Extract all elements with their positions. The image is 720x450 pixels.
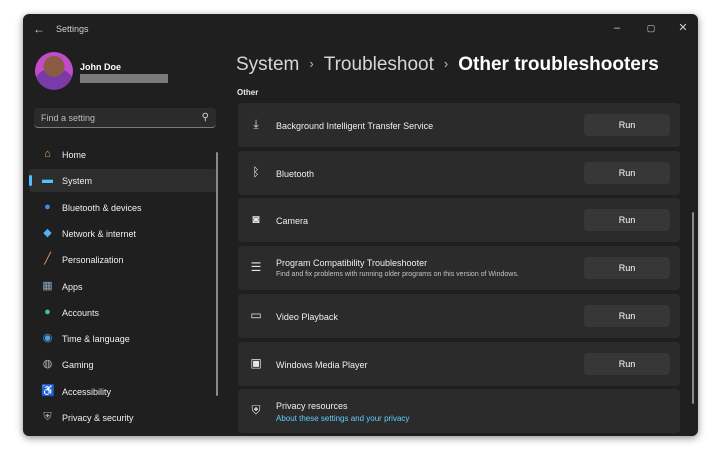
sidebar-item-privacy-security[interactable]: ⛨ Privacy & security [29, 406, 217, 429]
title-bar: ← Settings – ▢ ✕ [23, 14, 698, 44]
user-email-redacted [80, 74, 168, 83]
troubleshooter-card: ⤓ Background Intelligent Transfer Service… [238, 103, 680, 147]
download-icon: ⤓ [253, 117, 259, 131]
accessibility-icon: ♿ [41, 384, 55, 397]
sidebar-item-label: Personalization [62, 255, 124, 266]
app-title: Settings [56, 24, 89, 34]
troubleshooter-card: ᛒ Bluetooth Run [238, 150, 680, 195]
globe-clock-icon: ◉ [42, 332, 53, 345]
page-title: Other troubleshooters [458, 54, 659, 75]
apps-icon: ▦ [42, 279, 53, 292]
sidebar-item-system[interactable]: ▬ System [29, 169, 217, 193]
system-icon: ▬ [42, 174, 53, 187]
avatar[interactable] [35, 52, 73, 90]
troubleshooter-title: Background Intelligent Transfer Service [276, 121, 434, 131]
breadcrumb: System › Troubleshoot › Other troubleshooter… [236, 54, 659, 76]
back-arrow-icon[interactable]: ← [33, 22, 45, 36]
sidebar-item-label: Gaming [62, 360, 94, 371]
privacy-resources-card: ⛨ Privacy resources About these settings… [238, 389, 680, 433]
chevron-right-icon: › [443, 56, 449, 71]
sidebar-item-label: Accounts [62, 307, 100, 318]
sidebar-item-home[interactable]: ⌂ Home [29, 143, 217, 166]
troubleshooter-description: Find and fix problems with running older… [276, 271, 519, 279]
network-icon: ◆ [43, 226, 52, 239]
sidebar-item-label: Accessibility [62, 386, 112, 397]
sidebar-scrollbar[interactable] [216, 152, 218, 396]
user-name: John Doe [80, 62, 122, 72]
sidebar-item-gaming[interactable]: ◍ Gaming [29, 353, 217, 376]
sidebar-item-personalization[interactable]: ╱ Personalization [29, 248, 217, 271]
troubleshooter-card: ☰ Program Compatibility Troubleshooter Fin… [238, 246, 680, 291]
sidebar-item-label: Bluetooth & devices [62, 202, 142, 213]
run-button[interactable]: Run [584, 352, 670, 375]
run-button[interactable]: Run [584, 114, 670, 136]
sidebar-item-label: System [62, 176, 93, 187]
maximize-button[interactable]: ▢ [640, 19, 662, 37]
troubleshooter-title: Bluetooth [276, 168, 315, 179]
search-input[interactable]: Find a setting [41, 113, 95, 123]
sidebar-item-label: Network & internet [62, 228, 137, 239]
sidebar-item-bluetooth-devices[interactable]: ● Bluetooth & devices [29, 196, 217, 219]
troubleshooter-card: ▣ Windows Media Player Run [238, 341, 680, 386]
sidebar-item-label: Privacy & security [62, 413, 134, 423]
breadcrumb-troubleshoot[interactable]: Troubleshoot [324, 54, 434, 75]
search-icon[interactable]: ⚲ [202, 112, 209, 123]
run-button[interactable]: Run [584, 304, 670, 327]
sidebar-item-time-language[interactable]: ◉ Time & language [29, 327, 217, 350]
troubleshooter-card: ◙ Camera Run [238, 198, 680, 243]
media-player-icon: ▣ [250, 355, 262, 370]
active-indicator [29, 175, 32, 187]
list-icon: ☰ [250, 260, 262, 275]
troubleshooter-card: ▭ Video Playback Run [238, 293, 680, 338]
search-box[interactable]: Find a setting ⚲ [34, 108, 216, 128]
sidebar-item-apps[interactable]: ▦ Apps [29, 275, 217, 298]
sidebar-item-label: Apps [62, 281, 83, 292]
troubleshooter-title: Windows Media Player [276, 359, 368, 370]
brush-icon: ╱ [44, 253, 51, 266]
shield-icon: ⛨ [251, 403, 261, 417]
settings-window: ← Settings – ▢ ✕ John Doe Find a setting… [23, 14, 698, 436]
section-label: Other [237, 88, 259, 97]
breadcrumb-system[interactable]: System [236, 54, 299, 75]
shield-icon: ⛨ [43, 411, 52, 423]
troubleshooter-title: Program Compatibility Troubleshooter [276, 258, 428, 269]
run-button[interactable]: Run [584, 161, 670, 184]
sidebar-item-network-internet[interactable]: ◆ Network & internet [29, 222, 217, 245]
privacy-resources-title: Privacy resources [276, 401, 348, 411]
video-icon: ▭ [250, 307, 262, 322]
sidebar-item-label: Time & language [62, 334, 130, 345]
sidebar-item-label: Home [62, 150, 87, 160]
minimize-button[interactable]: – [606, 19, 628, 37]
bluetooth-icon: ᛒ [252, 164, 260, 179]
accounts-icon: ● [44, 305, 51, 318]
run-button[interactable]: Run [584, 209, 670, 232]
main-scrollbar[interactable] [692, 212, 694, 404]
troubleshooter-title: Video Playback [276, 311, 338, 322]
bluetooth-devices-icon: ● [44, 200, 51, 213]
close-button[interactable]: ✕ [672, 19, 694, 37]
troubleshooter-title: Camera [276, 216, 309, 227]
run-button[interactable]: Run [584, 257, 670, 280]
sidebar-item-accounts[interactable]: ● Accounts [29, 301, 217, 324]
home-icon: ⌂ [44, 148, 51, 160]
chevron-right-icon: › [309, 56, 314, 71]
gamepad-icon: ◍ [42, 358, 53, 371]
sidebar-item-accessibility[interactable]: ♿ Accessibility [29, 380, 217, 403]
camera-icon: ◙ [252, 212, 260, 227]
privacy-link[interactable]: About these settings and your privacy [276, 414, 409, 423]
